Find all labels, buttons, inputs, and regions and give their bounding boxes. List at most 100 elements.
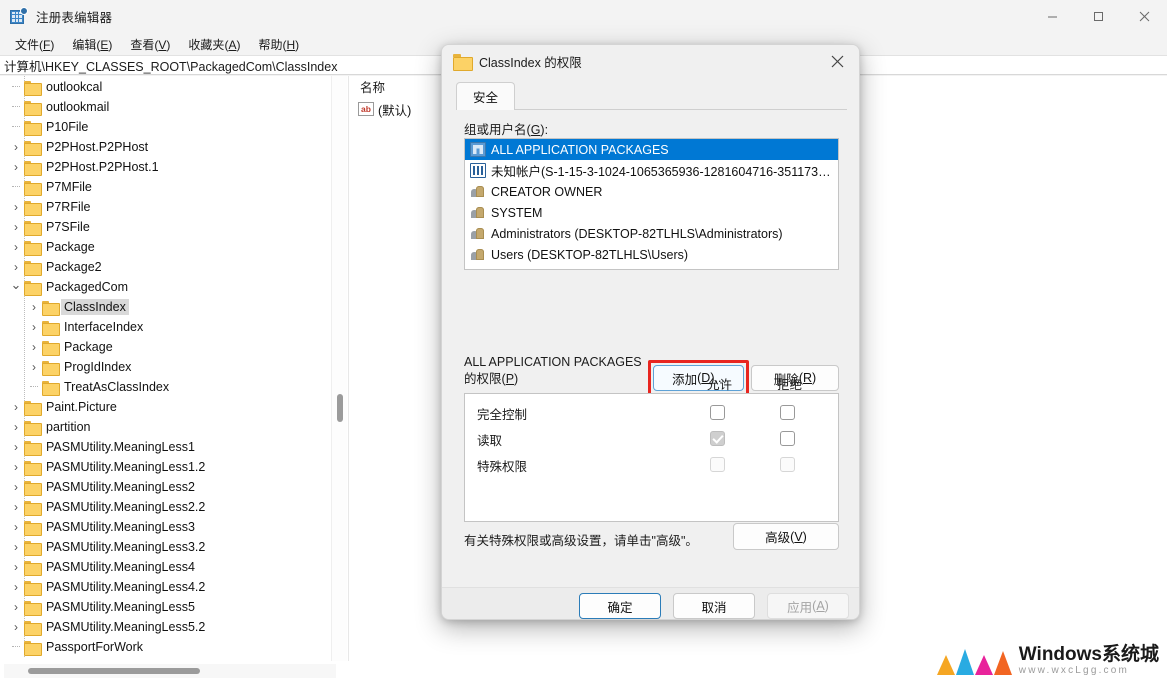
- tree-node-label: InterfaceIndex: [64, 320, 144, 334]
- tree-node[interactable]: › PASMUtility.MeaningLess1: [0, 437, 329, 457]
- chevron-down-icon[interactable]: ⌄: [8, 275, 24, 295]
- advanced-button[interactable]: 高级(V): [733, 523, 839, 550]
- tree-node-label: Package: [46, 240, 95, 254]
- folder-icon: [24, 240, 42, 256]
- tree-node[interactable]: › P7SFile: [0, 217, 329, 237]
- chevron-right-icon[interactable]: ›: [26, 337, 42, 357]
- menu-item-f[interactable]: 文件(F): [6, 34, 63, 55]
- menu-item-label: 文件: [15, 38, 40, 52]
- chevron-right-icon[interactable]: ›: [8, 217, 24, 237]
- tree-node[interactable]: › PASMUtility.MeaningLess3.2: [0, 537, 329, 557]
- tree-horizontal-scrollbar[interactable]: [4, 664, 336, 678]
- dialog-close-icon[interactable]: [815, 45, 859, 77]
- tree-node[interactable]: › PASMUtility.MeaningLess1.2: [0, 457, 329, 477]
- chevron-right-icon[interactable]: ›: [8, 417, 24, 437]
- tree-node[interactable]: ⌄ PackagedCom: [0, 277, 329, 297]
- user-list-item[interactable]: ALL APPLICATION PACKAGES: [465, 139, 838, 160]
- dialog-body: 安全 组或用户名(G): ALL APPLICATION PACKAGES 未知帐…: [442, 77, 859, 587]
- menu-item-accel: H: [286, 38, 296, 52]
- permission-deny-checkbox[interactable]: [780, 405, 795, 420]
- tree-node[interactable]: › Package: [0, 337, 329, 357]
- tree-node[interactable]: › PASMUtility.MeaningLess2: [0, 477, 329, 497]
- tree-node[interactable]: › partition: [0, 417, 329, 437]
- chevron-right-icon[interactable]: ›: [8, 397, 24, 417]
- permission-allow-checkbox[interactable]: [710, 405, 725, 420]
- permissions-grid[interactable]: 完全控制 读取 特殊权限: [464, 393, 839, 522]
- tree-node[interactable]: › ProgIdIndex: [0, 357, 329, 377]
- user-list-item[interactable]: 未知帐户(S-1-15-3-1024-1065365936-1281604716…: [465, 160, 838, 181]
- chevron-right-icon[interactable]: ›: [8, 477, 24, 497]
- tree-vscroll-thumb[interactable]: [337, 394, 343, 422]
- folder-icon: [24, 180, 42, 196]
- tree-node[interactable]: › PASMUtility.MeaningLess4: [0, 557, 329, 577]
- group-or-user-list[interactable]: ALL APPLICATION PACKAGES 未知帐户(S-1-15-3-10…: [464, 138, 839, 270]
- menu-item-label: 收藏夹: [188, 38, 225, 52]
- tree-node[interactable]: P10File: [0, 117, 329, 137]
- watermark-title: Windows系统城: [1018, 644, 1159, 665]
- window-title: 注册表编辑器: [36, 11, 113, 25]
- tree-node[interactable]: › PASMUtility.MeaningLess5.2: [0, 617, 329, 637]
- tree-node-label: PASMUtility.MeaningLess4: [46, 560, 195, 574]
- tree-node[interactable]: PassportForWork: [0, 637, 329, 657]
- chevron-right-icon[interactable]: ›: [8, 437, 24, 457]
- maximize-icon[interactable]: [1075, 0, 1121, 33]
- tree-node[interactable]: › P2PHost.P2PHost.1: [0, 157, 329, 177]
- folder-icon: [24, 460, 42, 476]
- permission-name: 特殊权限: [477, 459, 528, 474]
- chevron-right-icon[interactable]: ›: [8, 497, 24, 517]
- tree-node[interactable]: › Paint.Picture: [0, 397, 329, 417]
- chevron-right-icon[interactable]: ›: [8, 457, 24, 477]
- user-list-item[interactable]: Users (DESKTOP-82TLHLS\Users): [465, 244, 838, 265]
- tree-node[interactable]: › P7RFile: [0, 197, 329, 217]
- user-list-item[interactable]: Administrators (DESKTOP-82TLHLS\Administ…: [465, 223, 838, 244]
- window-controls: [1029, 0, 1167, 33]
- watermark-triangle-icon: [993, 650, 1012, 675]
- tree-hscroll-thumb[interactable]: [28, 668, 200, 674]
- menu-item-h[interactable]: 帮助(H): [249, 34, 308, 55]
- tab-security[interactable]: 安全: [456, 82, 516, 110]
- chevron-right-icon[interactable]: ›: [26, 357, 42, 377]
- menu-item-label: 帮助: [258, 38, 283, 52]
- chevron-right-icon[interactable]: ›: [8, 557, 24, 577]
- ok-button[interactable]: 确定: [579, 593, 661, 619]
- tree-node[interactable]: outlookmail: [0, 97, 329, 117]
- chevron-right-icon[interactable]: ›: [8, 157, 24, 177]
- tree-node[interactable]: › ClassIndex: [0, 297, 329, 317]
- chevron-right-icon[interactable]: ›: [8, 137, 24, 157]
- chevron-right-icon[interactable]: ›: [8, 597, 24, 617]
- tree-node[interactable]: › PASMUtility.MeaningLess4.2: [0, 577, 329, 597]
- user-list-item[interactable]: SYSTEM: [465, 202, 838, 223]
- chevron-right-icon[interactable]: ›: [26, 297, 42, 317]
- tree-node[interactable]: › InterfaceIndex: [0, 317, 329, 337]
- chevron-right-icon[interactable]: ›: [8, 517, 24, 537]
- tree-node[interactable]: TreatAsClassIndex: [0, 377, 329, 397]
- menu-item-v[interactable]: 查看(V): [121, 34, 179, 55]
- menu-item-a[interactable]: 收藏夹(A): [179, 34, 249, 55]
- tree-node[interactable]: › Package2: [0, 257, 329, 277]
- tree-node[interactable]: › PASMUtility.MeaningLess5: [0, 597, 329, 617]
- chevron-right-icon[interactable]: ›: [8, 237, 24, 257]
- chevron-right-icon[interactable]: ›: [8, 537, 24, 557]
- tree-node[interactable]: P7MFile: [0, 177, 329, 197]
- tree-node[interactable]: › P2PHost.P2PHost: [0, 137, 329, 157]
- tree-vertical-scrollbar[interactable]: [331, 76, 347, 661]
- folder-icon: [24, 220, 42, 236]
- registry-tree[interactable]: outlookcal outlookmail P10File › P2PHost.P2P…: [0, 76, 330, 661]
- close-icon[interactable]: [1121, 0, 1167, 33]
- permission-deny-checkbox[interactable]: [780, 431, 795, 446]
- user-list-item[interactable]: CREATOR OWNER: [465, 181, 838, 202]
- chevron-right-icon[interactable]: ›: [8, 617, 24, 637]
- watermark-triangle-icon: [936, 654, 955, 675]
- tree-node[interactable]: › Package: [0, 237, 329, 257]
- column-header-deny: 拒绝: [777, 378, 803, 392]
- cancel-button[interactable]: 取消: [673, 593, 755, 619]
- tree-node[interactable]: › PASMUtility.MeaningLess2.2: [0, 497, 329, 517]
- chevron-right-icon[interactable]: ›: [26, 317, 42, 337]
- tree-node[interactable]: outlookcal: [0, 77, 329, 97]
- tree-node[interactable]: › PASMUtility.MeaningLess3: [0, 517, 329, 537]
- chevron-right-icon[interactable]: ›: [8, 197, 24, 217]
- minimize-icon[interactable]: [1029, 0, 1075, 33]
- menu-item-e[interactable]: 编辑(E): [63, 34, 121, 55]
- folder-icon: [453, 53, 473, 71]
- chevron-right-icon[interactable]: ›: [8, 577, 24, 597]
